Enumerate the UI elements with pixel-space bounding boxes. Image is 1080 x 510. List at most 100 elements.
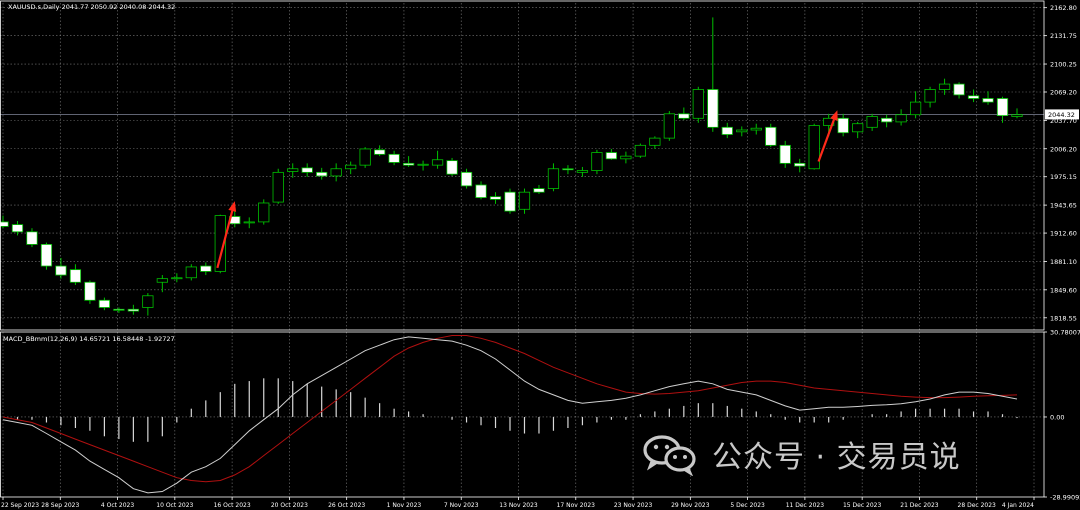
price-tick-label: 1943.65: [1050, 202, 1077, 210]
date-tick-label: 15 Dec 2023: [843, 502, 882, 509]
candle-bull: [620, 155, 632, 160]
candle-bear: [460, 171, 473, 187]
candle-bull: [287, 168, 299, 172]
candle-bear: [113, 308, 125, 311]
date-tick-label: 23 Nov 2023: [614, 502, 653, 509]
candle-bear: [0, 221, 9, 227]
date-tick-label: 10 Oct 2023: [156, 502, 193, 509]
candle-bull: [663, 113, 675, 139]
date-tick-label: 5 Dec 2023: [730, 502, 765, 509]
macd-header: MACD_BBmm(12,26,9) 14.65721 16.58448 -1.…: [3, 335, 175, 343]
candle-bull: [330, 168, 342, 177]
candle-bear: [678, 113, 690, 119]
candle-bull: [634, 144, 646, 157]
candle-bull: [1011, 114, 1023, 117]
candle-bear: [562, 168, 574, 171]
date-tick-label: 4 Jan 2024: [1002, 502, 1034, 509]
candle-bear: [200, 265, 212, 272]
current-price-label: 2044.32: [1048, 111, 1075, 119]
date-tick-label: 16 Oct 2023: [214, 502, 251, 509]
candle-bear: [26, 231, 38, 245]
price-tick-label: 1975.15: [1050, 173, 1077, 181]
candle-bull: [692, 89, 704, 119]
candle-bull: [171, 277, 183, 280]
date-tick-label: 21 Dec 2023: [900, 502, 939, 509]
candle-bull: [736, 129, 748, 133]
watermark-text: 公众号 · 交易员说: [712, 440, 961, 475]
macd-tick-label: 30.78007: [1050, 329, 1080, 337]
candle-bull: [142, 295, 154, 308]
candle-bear: [475, 184, 487, 198]
candle-bear: [446, 160, 458, 175]
candle-bear: [707, 89, 719, 128]
candle-bear: [127, 308, 139, 312]
date-tick-label: 28 Dec 2023: [958, 502, 997, 509]
candle-bear: [837, 117, 849, 134]
candle-bull: [866, 116, 878, 128]
candle-bull: [909, 101, 922, 116]
price-tick-label: 2100.25: [1050, 61, 1077, 69]
date-tick-label: 22 Sep 2023: [1, 502, 39, 509]
candle-bull: [591, 152, 603, 171]
candle-bull: [852, 123, 864, 133]
candle-bear: [605, 152, 618, 160]
price-tick-label: 1912.60: [1050, 230, 1077, 238]
date-tick-label: 26 Oct 2023: [328, 502, 365, 509]
price-tick-label: 2069.20: [1050, 89, 1077, 97]
candle-bear: [721, 126, 733, 135]
candle-bull: [156, 278, 168, 283]
date-tick-label: 13 Nov 2023: [499, 502, 538, 509]
candle-bear: [953, 83, 965, 96]
price-tick-label: 2006.20: [1050, 145, 1077, 153]
date-tick-label: 29 Nov 2023: [671, 502, 710, 509]
candle-bear: [794, 162, 806, 167]
candle-bull: [243, 221, 255, 224]
candle-bear: [84, 281, 96, 301]
date-tick-label: 7 Nov 2023: [444, 502, 479, 509]
watermark: 公众号 · 交易员说: [640, 432, 961, 477]
date-tick-label: 11 Dec 2023: [786, 502, 825, 509]
candle-bull: [359, 148, 371, 166]
candle-bear: [504, 191, 516, 212]
candle-bull: [750, 127, 762, 131]
annotation-arrows: [216, 110, 838, 269]
candle-bull: [345, 164, 357, 170]
candle-bear: [996, 98, 1009, 117]
candlesticks: [0, 17, 1023, 316]
candle-bear: [40, 244, 53, 267]
candle-bear: [69, 269, 82, 283]
candle-bull: [895, 114, 907, 123]
candle-bear: [301, 167, 313, 173]
candle-bear: [374, 149, 386, 155]
price-tick-label: 2131.75: [1050, 32, 1077, 40]
date-tick-label: 1 Nov 2023: [387, 502, 422, 509]
candle-bull: [938, 83, 951, 90]
macd-tick-label: 0.00: [1050, 413, 1064, 421]
candle-bear: [388, 153, 400, 163]
date-tick-label: 17 Nov 2023: [557, 502, 596, 509]
candle-bear: [779, 144, 791, 164]
candle-bear: [11, 224, 24, 233]
candle-bull: [547, 168, 560, 189]
price-tick-label: 1818.55: [1050, 314, 1077, 322]
date-tick-label: 4 Oct 2023: [101, 502, 134, 509]
candle-bull: [808, 125, 820, 170]
macd-tick-label: -28.99092: [1050, 494, 1080, 502]
candle-bear: [402, 162, 415, 166]
wechat-icon: [640, 432, 702, 477]
candle-bear: [982, 98, 994, 103]
chart-window: 2162.80 2131.75 2100.25 2069.20 2037.70 2006.…: [0, 0, 1080, 510]
candle-bear: [55, 265, 67, 276]
candle-bull: [924, 89, 936, 103]
candle-bear: [489, 196, 502, 200]
chart-frame: [0, 0, 1045, 498]
price-tick-label: 2162.80: [1050, 4, 1077, 12]
price-tick-label: 1849.60: [1050, 286, 1077, 294]
symbol-header: XAUUSD.s,Daily 2041.77 2050.92 2040.08 2…: [8, 3, 175, 11]
candle-bear: [881, 117, 893, 123]
candle-bull: [417, 163, 429, 166]
candle-bull: [258, 202, 270, 223]
candle-bear: [533, 188, 545, 193]
candle-bear: [967, 95, 980, 99]
date-tick-label: 20 Oct 2023: [271, 502, 308, 509]
